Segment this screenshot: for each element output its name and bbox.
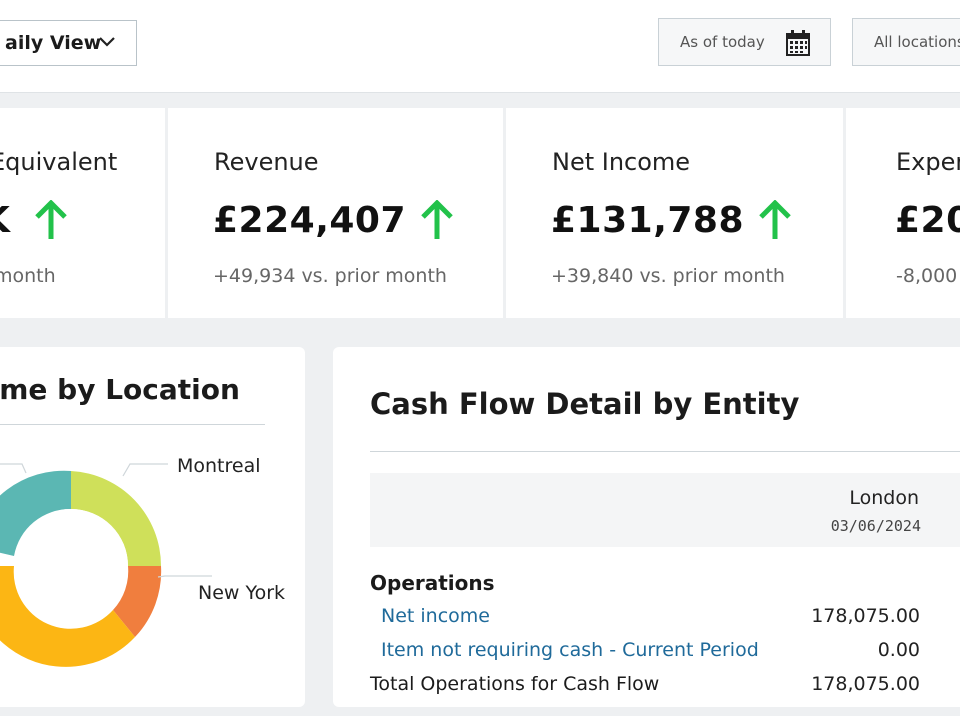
top-bar: aily View As of today All locations: [0, 0, 960, 93]
row-link-net-income[interactable]: Net income: [381, 605, 490, 627]
legend-label-montreal: Montreal: [177, 455, 261, 477]
kpi-value: K: [0, 200, 10, 241]
kpi-title: Revenue: [214, 148, 319, 176]
kpi-delta: month: [0, 265, 56, 287]
leader-line-left: [0, 463, 27, 474]
view-dropdown-label: aily View: [5, 32, 102, 54]
kpi-delta: -8,000: [896, 265, 958, 287]
income-by-location-panel: ome by Location Montreal New York: [0, 347, 305, 707]
kpi-value: £224,407: [213, 200, 407, 241]
calendar-icon: [786, 30, 810, 56]
locations-label: All locations: [874, 33, 960, 51]
kpi-title: Net Income: [552, 148, 691, 176]
row-amount: 178,075.00: [811, 673, 920, 695]
as-of-date-picker[interactable]: As of today: [658, 18, 831, 66]
legend-label-new-york: New York: [198, 582, 286, 604]
table-row: Net income 178,075.00: [370, 605, 920, 635]
view-dropdown[interactable]: aily View: [0, 20, 137, 66]
row-label-total: Total Operations for Cash Flow: [370, 673, 660, 695]
kpi-title: Equivalent: [0, 148, 118, 176]
up-arrow-icon: [35, 200, 67, 239]
kpi-title: Exper: [896, 148, 960, 176]
column-date: 03/06/2024: [830, 517, 921, 535]
cash-flow-panel: Cash Flow Detail by Entity London 03/06/…: [333, 347, 960, 707]
kpi-card-expenses: Exper £20 -8,000: [846, 108, 960, 318]
kpi-card-cash-equivalent: Equivalent K month: [0, 108, 165, 318]
kpi-value: £131,788: [551, 200, 745, 241]
locations-filter[interactable]: All locations: [852, 18, 960, 66]
section-heading: Operations: [370, 571, 495, 595]
up-arrow-icon: [421, 200, 453, 239]
leader-line-montreal: [122, 463, 168, 477]
kpi-delta: +39,840 vs. prior month: [551, 265, 785, 287]
row-amount: 178,075.00: [811, 605, 920, 627]
kpi-delta: +49,934 vs. prior month: [213, 265, 447, 287]
table-column-header: London 03/06/2024: [370, 473, 960, 547]
leader-line-new-york: [157, 575, 212, 578]
kpi-card-revenue: Revenue £224,407 +49,934 vs. prior month: [168, 108, 503, 318]
column-entity: London: [849, 487, 919, 509]
table-row: Item not requiring cash - Current Period…: [370, 639, 920, 669]
panel-title: Cash Flow Detail by Entity: [370, 387, 800, 421]
up-arrow-icon: [759, 200, 791, 239]
divider: [0, 424, 265, 425]
divider: [370, 451, 960, 452]
kpi-card-net-income: Net Income £131,788 +39,840 vs. prior mo…: [506, 108, 843, 318]
kpi-value: £20: [895, 200, 960, 241]
table-row: Total Operations for Cash Flow 178,075.0…: [370, 673, 920, 703]
panel-title: ome by Location: [0, 373, 240, 406]
row-amount: 0.00: [877, 639, 920, 661]
chevron-down-icon: [99, 37, 115, 47]
row-link-item-not-requiring-cash[interactable]: Item not requiring cash - Current Period: [381, 639, 759, 661]
as-of-label: As of today: [680, 33, 765, 51]
